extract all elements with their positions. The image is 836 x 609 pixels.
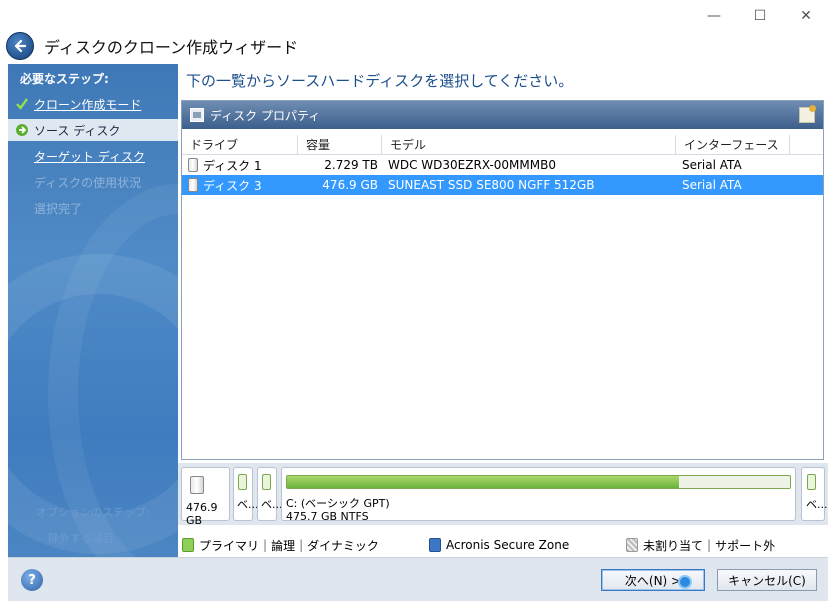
close-button[interactable]: ✕ <box>784 4 828 28</box>
partition-small-1[interactable]: ベ... <box>233 467 259 521</box>
partition-usage-bar <box>286 475 791 489</box>
instruction-text: 下の一覧からソースハードディスクを選択してください。 <box>186 72 574 90</box>
legend-secure-zone: Acronis Secure Zone <box>429 537 569 553</box>
capacity-cell: 2.729 TB <box>324 158 378 172</box>
step-finish: 選択完了 <box>8 197 178 219</box>
steps-sidebar: 必要なステップ: クローン作成モード ソース ディスク ターゲット ディスク デ… <box>8 64 178 557</box>
partition-label: ベ... <box>261 498 283 511</box>
checkmark-icon <box>14 96 30 112</box>
partition-small-2[interactable]: ベ... <box>257 467 283 521</box>
optional-steps-heading: オプションのステップ: <box>36 506 150 519</box>
step-label: ターゲット ディスク <box>34 149 145 164</box>
disk-layout-map: 476.9 GB ベ... ベ... C: (ベーシック GPT) 475.7 … <box>178 463 828 527</box>
model-cell: WDC WD30EZRX-00MMMB0 <box>388 158 556 172</box>
partition-label: ベ... <box>806 498 828 511</box>
legend-unsupported-label: サポート外 <box>715 538 776 553</box>
legend-separator: | <box>299 538 304 552</box>
steps-heading: 必要なステップ: <box>20 72 109 86</box>
interface-cell: Serial ATA <box>682 178 742 192</box>
legend-dynamic-label: ダイナミック <box>307 538 379 553</box>
column-interface[interactable]: インターフェース <box>676 135 790 154</box>
step-target-disk[interactable]: ターゲット ディスク <box>8 145 178 167</box>
wizard-window: — ☐ ✕ ディスクのクローン作成ウィザード 必要なステップ: クローン作成モー… <box>0 0 836 609</box>
step-label: 選択完了 <box>34 201 83 216</box>
properties-button[interactable] <box>799 105 816 123</box>
partition-c[interactable]: C: (ベーシック GPT) 475.7 GB NTFS <box>281 467 796 523</box>
step-label: ソース ディスク <box>34 123 121 138</box>
table-header: ドライブ 容量 モデル インターフェース <box>182 135 823 155</box>
partition-label: ベ... <box>237 498 259 511</box>
secure-zone-swatch-icon <box>429 538 441 552</box>
help-button[interactable]: ? <box>21 569 43 591</box>
step-label: ディスクの使用状況 <box>34 175 142 190</box>
column-drive[interactable]: ドライブ <box>182 135 298 154</box>
step-source-disk[interactable]: ソース ディスク <box>8 119 178 141</box>
partition-usage-bar <box>262 474 271 490</box>
legend-primary: プライマリ | 論理 | ダイナミック <box>182 537 379 553</box>
legend-primary-label: プライマリ <box>199 538 260 553</box>
legend-logical-label: 論理 <box>271 538 296 553</box>
table-row[interactable]: ディスク 1 2.729 TB WDC WD30EZRX-00MMMB0 Ser… <box>182 155 823 175</box>
legend-separator: | <box>263 538 268 552</box>
sidebar-decoration <box>48 184 178 557</box>
step-label: クローン作成モード <box>34 97 142 112</box>
disk-icon <box>188 158 198 172</box>
disk-list-panel: ディスク プロパティ ドライブ 容量 モデル インターフェース ディスク 1 2… <box>181 100 824 460</box>
drive-name: ディスク 3 <box>203 178 262 193</box>
cancel-button[interactable]: キャンセル(C) <box>717 569 817 591</box>
table-row-selected[interactable]: ディスク 3 476.9 GB SUNEAST SSD SE800 NGFF 5… <box>182 175 823 195</box>
interface-cell: Serial ATA <box>682 158 742 172</box>
column-capacity[interactable]: 容量 <box>298 135 382 154</box>
disk-summary[interactable]: 476.9 GB <box>181 467 230 527</box>
partition-small-3[interactable]: ベ... <box>801 467 828 521</box>
current-step-arrow-icon <box>14 122 30 138</box>
partition-label: C: (ベーシック GPT) <box>286 497 390 510</box>
primary-swatch-icon <box>182 538 194 552</box>
legend-secure-zone-label: Acronis Secure Zone <box>446 538 570 552</box>
partition-detail: 475.7 GB NTFS <box>286 510 369 523</box>
maximize-button[interactable]: ☐ <box>738 4 782 28</box>
column-model[interactable]: モデル <box>382 135 676 154</box>
legend-unallocated: 未割り当て | サポート外 <box>626 537 775 553</box>
drive-cell: ディスク 3 <box>182 177 298 194</box>
busy-cursor-icon <box>678 575 692 589</box>
minimize-icon: — <box>707 8 721 24</box>
maximize-icon: ☐ <box>753 8 767 24</box>
step-clone-mode[interactable]: クローン作成モード <box>8 93 178 115</box>
back-arrow-icon <box>14 39 27 53</box>
help-icon: ? <box>28 572 36 588</box>
drive-name: ディスク 1 <box>203 158 262 173</box>
disk-size: 476.9 GB <box>186 501 218 527</box>
legend-separator: | <box>707 538 712 552</box>
step-disk-usage: ディスクの使用状況 <box>8 171 178 193</box>
wizard-footer: ? 次へ(N) > キャンセル(C) <box>8 557 828 601</box>
drive-cell: ディスク 1 <box>182 157 298 174</box>
disk-table: ドライブ 容量 モデル インターフェース ディスク 1 2.729 TB WDC… <box>182 135 823 195</box>
optional-step-exclude: 除外する項目 <box>48 532 114 545</box>
partition-usage-bar <box>807 474 816 490</box>
panel-title: ディスク プロパティ <box>210 108 321 123</box>
panel-header: ディスク プロパティ <box>182 101 823 129</box>
page-title: ディスクのクローン作成ウィザード <box>44 38 299 57</box>
close-icon: ✕ <box>800 8 812 24</box>
disk-properties-icon <box>190 108 204 122</box>
minimize-button[interactable]: — <box>692 4 736 28</box>
disk-icon <box>190 476 204 494</box>
model-cell: SUNEAST SSD SE800 NGFF 512GB <box>388 178 595 192</box>
unallocated-swatch-icon <box>626 538 638 552</box>
capacity-cell: 476.9 GB <box>322 178 378 192</box>
wizard-header: ディスクのクローン作成ウィザード <box>6 30 706 62</box>
partition-usage-bar <box>238 474 247 490</box>
back-button[interactable] <box>6 32 34 60</box>
disk-icon <box>188 178 198 192</box>
legend-unallocated-label: 未割り当て <box>643 538 704 553</box>
partition-usage-fill <box>287 476 680 488</box>
